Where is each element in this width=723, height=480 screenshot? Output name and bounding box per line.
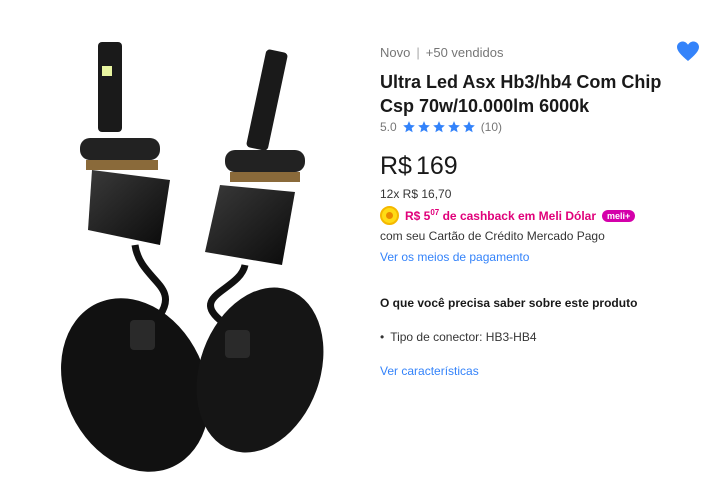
- cashback-amount: R$ 5: [405, 209, 431, 223]
- cashback-suffix: de cashback em Meli Dólar: [439, 209, 596, 223]
- feature-item: Tipo de conector: HB3-HB4: [380, 330, 536, 344]
- product-title: Ultra Led Asx Hb3/hb4 Com Chip Csp 70w/1…: [380, 72, 662, 116]
- star-icon: [417, 121, 430, 133]
- features-title: O que você precisa saber sobre este prod…: [380, 296, 638, 310]
- price-currency: R$: [380, 152, 412, 180]
- review-count: (10): [480, 120, 503, 134]
- product-image[interactable]: [20, 20, 365, 480]
- cashback-text: R$ 507 de cashback em Meli Dólar: [405, 208, 596, 223]
- condition-label: Novo: [380, 45, 411, 60]
- product-subtitle: Novo | +50 vendidos: [380, 45, 503, 60]
- led-bulbs-image: [61, 42, 324, 472]
- product-info: Novo | +50 vendidos Ultra Led Asx Hb3/hb…: [380, 0, 710, 480]
- rating-value: 5.0: [380, 120, 397, 134]
- view-features-link[interactable]: Ver características: [380, 364, 479, 378]
- star-icon: [432, 121, 445, 133]
- cashback-info: R$ 507 de cashback em Meli Dólar meli+: [380, 206, 636, 225]
- sold-count: +50 vendidos: [425, 45, 504, 60]
- payment-methods-link[interactable]: Ver os meios de pagamento: [380, 250, 529, 264]
- star-icon: [402, 121, 415, 133]
- favorite-button[interactable]: [676, 40, 700, 64]
- rating[interactable]: 5.0 (10): [380, 120, 502, 134]
- price: R$ 169: [380, 151, 458, 181]
- cashback-cents: 07: [430, 208, 440, 217]
- rating-stars: [402, 120, 476, 134]
- subtitle-separator: |: [416, 45, 420, 60]
- meli-plus-badge: meli+: [602, 209, 636, 222]
- heart-icon: [677, 41, 699, 61]
- price-amount: 169: [415, 152, 458, 180]
- installments: 12x R$ 16,70: [380, 187, 452, 201]
- features-list: Tipo de conector: HB3-HB4: [380, 330, 536, 344]
- cashback-card-text: com seu Cartão de Crédito Mercado Pago: [380, 229, 605, 243]
- star-icon: [462, 121, 475, 133]
- star-icon: [447, 121, 460, 133]
- coin-icon: [380, 206, 399, 225]
